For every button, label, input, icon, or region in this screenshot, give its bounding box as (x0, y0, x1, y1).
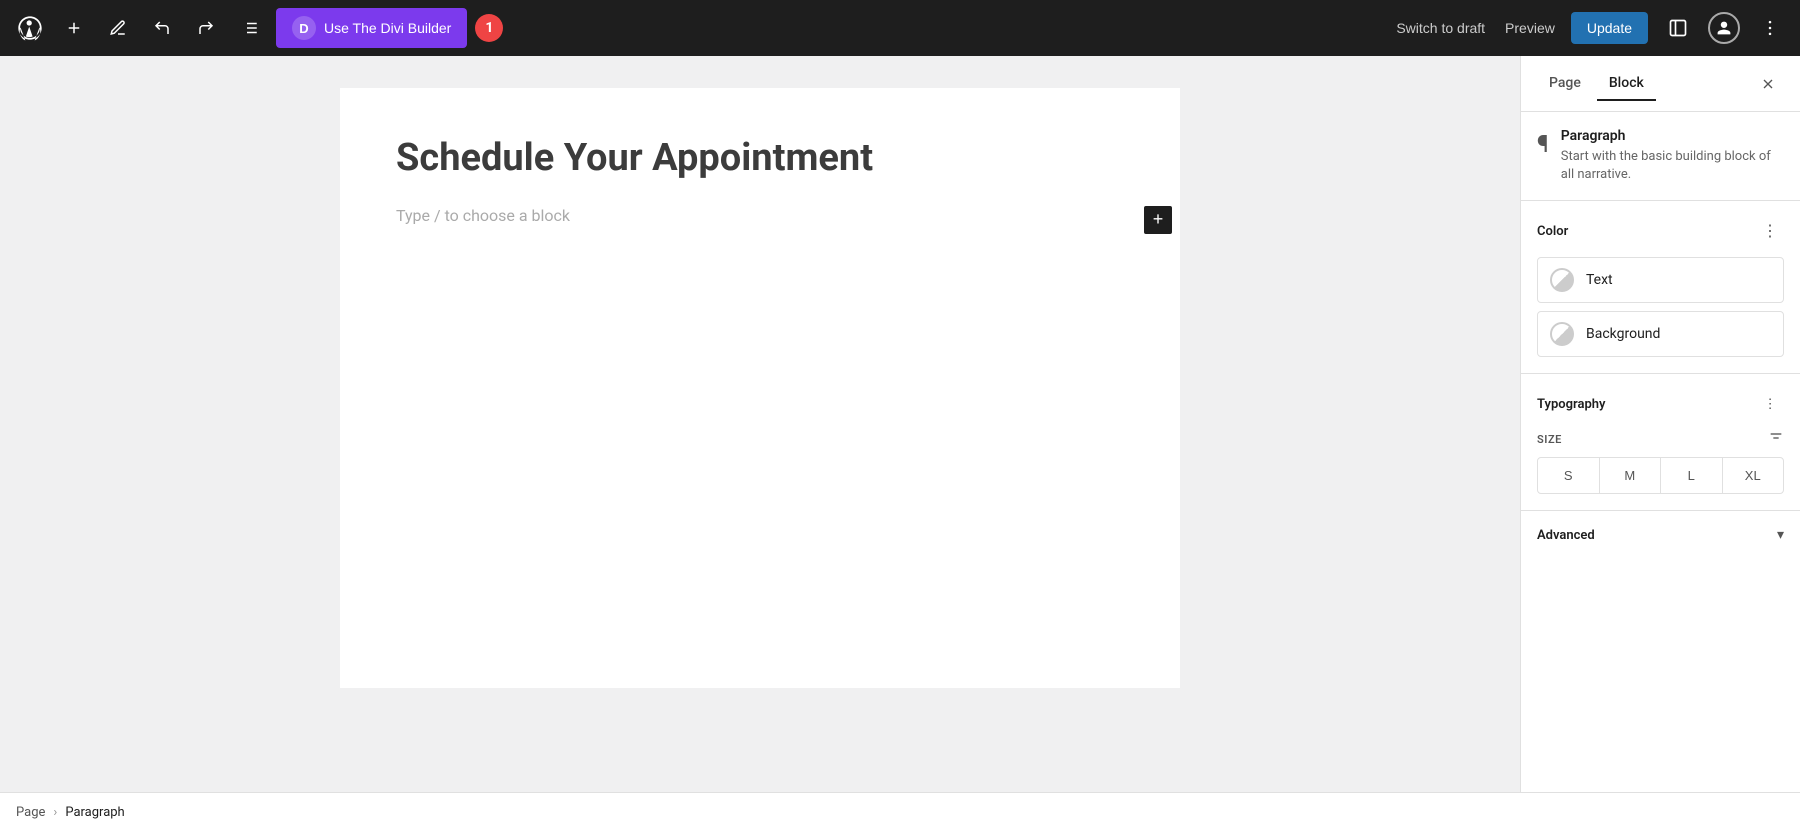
typography-section: Typography ⋮ SIZE S M L XL (1521, 374, 1800, 511)
advanced-title: Advanced (1537, 528, 1595, 543)
breadcrumb-bar: Page › Paragraph (0, 792, 1800, 832)
background-color-label: Background (1586, 326, 1660, 342)
top-toolbar: D Use The Divi Builder 1 Switch to draft… (0, 0, 1800, 56)
update-button[interactable]: Update (1571, 12, 1648, 44)
divi-label: Use The Divi Builder (324, 20, 451, 36)
add-block-button[interactable] (56, 10, 92, 46)
editor-canvas: Schedule Your Appointment Type / to choo… (340, 88, 1180, 688)
text-color-swatch (1550, 268, 1574, 292)
size-label-row: SIZE (1537, 430, 1784, 449)
color-section-title: Color (1537, 224, 1568, 239)
notification-badge[interactable]: 1 (475, 14, 503, 42)
wordpress-logo-button[interactable] (12, 10, 48, 46)
toolbar-right: Switch to draft Preview Update (1392, 10, 1788, 46)
page-heading[interactable]: Schedule Your Appointment (396, 136, 1124, 182)
text-color-label: Text (1586, 272, 1613, 288)
user-avatar-button[interactable] (1708, 12, 1740, 44)
size-xl-button[interactable]: XL (1723, 458, 1784, 493)
tools-button[interactable] (100, 10, 136, 46)
block-info-text: Paragraph Start with the basic building … (1561, 128, 1784, 184)
text-color-option[interactable]: Text (1537, 257, 1784, 303)
list-view-button[interactable] (232, 10, 268, 46)
switch-to-draft-button[interactable]: Switch to draft (1392, 12, 1489, 44)
redo-button[interactable] (188, 10, 224, 46)
size-m-button[interactable]: M (1600, 458, 1662, 493)
block-description: Start with the basic building block of a… (1561, 148, 1784, 184)
background-color-option[interactable]: Background (1537, 311, 1784, 357)
preview-button[interactable]: Preview (1501, 12, 1559, 44)
size-buttons-group: S M L XL (1537, 457, 1784, 494)
options-button[interactable] (1752, 10, 1788, 46)
color-section: Color ⋮ Text Background (1521, 201, 1800, 374)
add-block-inline-button[interactable]: + (1144, 206, 1172, 234)
divi-builder-button[interactable]: D Use The Divi Builder (276, 8, 467, 48)
undo-button[interactable] (144, 10, 180, 46)
main-area: Schedule Your Appointment Type / to choo… (0, 56, 1800, 832)
breadcrumb-current: Paragraph (65, 805, 124, 820)
editor-area: Schedule Your Appointment Type / to choo… (0, 56, 1520, 832)
breadcrumb-page-link[interactable]: Page (16, 805, 45, 820)
size-filter-button[interactable] (1768, 430, 1784, 449)
advanced-section: Advanced ▾ (1521, 511, 1800, 559)
block-name: Paragraph (1561, 128, 1784, 144)
typography-title: Typography (1537, 397, 1606, 412)
color-section-header: Color ⋮ (1537, 217, 1784, 245)
paragraph-icon: ¶ (1537, 130, 1549, 158)
divi-icon: D (292, 16, 316, 40)
sidebar-close-button[interactable] (1752, 68, 1784, 100)
size-s-button[interactable]: S (1538, 458, 1600, 493)
advanced-header[interactable]: Advanced ▾ (1537, 527, 1784, 543)
toolbar-left: D Use The Divi Builder 1 (12, 8, 503, 48)
right-sidebar: Page Block ¶ Paragraph Start with the ba… (1520, 56, 1800, 832)
layout-toggle-button[interactable] (1660, 10, 1696, 46)
background-color-swatch (1550, 322, 1574, 346)
breadcrumb-separator: › (53, 805, 57, 820)
size-l-button[interactable]: L (1661, 458, 1723, 493)
block-info: ¶ Paragraph Start with the basic buildin… (1521, 112, 1800, 201)
tab-block[interactable]: Block (1597, 67, 1656, 101)
typography-header: Typography ⋮ (1537, 390, 1784, 418)
advanced-chevron-icon: ▾ (1777, 527, 1784, 543)
block-placeholder-text[interactable]: Type / to choose a block (396, 206, 570, 225)
tab-page[interactable]: Page (1537, 67, 1593, 101)
block-placeholder-row: Type / to choose a block + (396, 206, 1124, 225)
typography-menu-button[interactable]: ⋮ (1756, 390, 1784, 418)
color-section-menu-button[interactable]: ⋮ (1756, 217, 1784, 245)
size-label-text: SIZE (1537, 433, 1562, 446)
sidebar-tabs-header: Page Block (1521, 56, 1800, 112)
